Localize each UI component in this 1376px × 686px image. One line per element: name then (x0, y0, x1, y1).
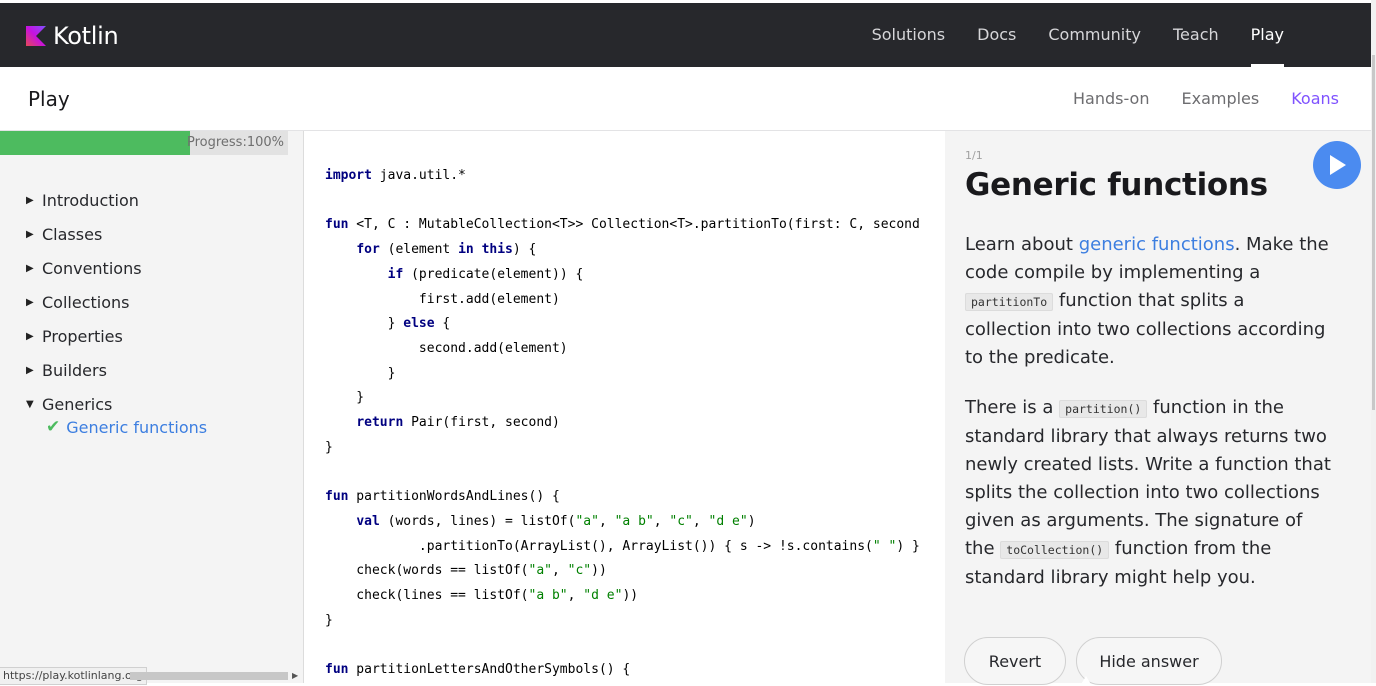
tree-item-collections[interactable]: ▶ Collections (26, 285, 207, 319)
play-icon (1330, 155, 1346, 175)
run-button[interactable] (1313, 141, 1361, 189)
nav-solutions[interactable]: Solutions (872, 3, 946, 67)
caret-right-icon: ▶ (26, 330, 34, 342)
scroll-right-icon[interactable]: ▶ (292, 671, 298, 680)
caret-right-icon: ▶ (26, 296, 34, 308)
progress-label: Progress:100% (186, 135, 284, 150)
nav-docs[interactable]: Docs (977, 3, 1016, 67)
page-scrollbar[interactable] (1371, 0, 1376, 683)
caret-right-icon: ▶ (26, 194, 34, 206)
nav-community[interactable]: Community (1048, 3, 1141, 67)
tree-item-label: Properties (42, 326, 123, 346)
code-editor[interactable]: import java.util.* fun <T, C : MutableCo… (304, 131, 944, 683)
task-title: Generic functions (965, 167, 1268, 203)
text: function in the standard library that al… (965, 397, 1331, 559)
text: There is a (965, 397, 1060, 418)
inline-code: toCollection() (1000, 541, 1110, 559)
kotlin-logo[interactable]: Kotlin (26, 21, 119, 51)
generic-functions-link[interactable]: generic functions (1079, 234, 1235, 255)
nav-teach[interactable]: Teach (1173, 3, 1219, 67)
koans-sidebar: Progress:100% ▶ Introduction ▶ Classes ▶ Co… (0, 131, 304, 685)
tree-item-builders[interactable]: ▶ Builders (26, 353, 207, 387)
tree-item-label: Collections (42, 292, 130, 312)
caret-right-icon: ▶ (26, 262, 34, 274)
caret-right-icon: ▶ (26, 364, 34, 376)
subnav-hands-on[interactable]: Hands-on (1073, 89, 1149, 108)
text: Learn about (965, 234, 1079, 255)
progress-bar: Progress:100% (0, 131, 288, 155)
code-text[interactable]: import java.util.* fun <T, C : MutableCo… (325, 164, 920, 683)
task-paragraph-2: There is a partition() function in the s… (965, 394, 1335, 592)
subnav-koans[interactable]: Koans (1291, 89, 1339, 108)
check-icon: ✔ (46, 417, 61, 437)
sidebar-hscrollbar[interactable] (130, 672, 288, 680)
inline-code: partitionTo (965, 293, 1054, 311)
tree-item-label: Classes (42, 224, 103, 244)
inline-code: partition() (1059, 400, 1148, 418)
page-title: Play (28, 87, 70, 111)
tree-item-properties[interactable]: ▶ Properties (26, 319, 207, 353)
revert-button[interactable]: Revert (964, 637, 1066, 685)
tree-item-generic-functions[interactable]: ✔ Generic functions (26, 415, 207, 439)
sub-header: Play Hands-on Examples Koans (0, 67, 1371, 131)
tree-item-conventions[interactable]: ▶ Conventions (26, 251, 207, 285)
mouse-cursor-icon (1080, 676, 1092, 686)
task-paragraph-1: Learn about generic functions. Make the … (965, 231, 1335, 372)
kotlin-logo-icon (26, 26, 46, 46)
tree-item-label: Introduction (42, 190, 139, 210)
task-counter: 1/1 (965, 149, 983, 162)
page-scrollbar-thumb[interactable] (1372, 55, 1375, 410)
caret-right-icon: ▶ (26, 228, 34, 240)
nav-play[interactable]: Play (1250, 3, 1285, 67)
tree-item-label: Builders (42, 360, 107, 380)
brand-name: Kotlin (53, 22, 119, 50)
progress-fill (0, 131, 190, 155)
tree-item-label: Conventions (42, 258, 142, 278)
task-panel: 1/1 Generic functions Learn about generi… (945, 131, 1371, 685)
tree-item-label: Generic functions (66, 417, 208, 437)
tree-item-classes[interactable]: ▶ Classes (26, 217, 207, 251)
top-navbar: Kotlin Solutions Docs Community Teach Pl… (0, 3, 1371, 67)
status-url: https://play.kotlinlang.org (0, 667, 148, 685)
tree-item-introduction[interactable]: ▶ Introduction (26, 183, 207, 217)
hide-answer-button[interactable]: Hide answer (1076, 637, 1222, 685)
subnav-examples[interactable]: Examples (1181, 89, 1259, 108)
top-nav: Solutions Docs Community Teach Play (840, 3, 1285, 67)
caret-down-icon: ▼ (26, 398, 34, 410)
tree-item-label: Generics (42, 394, 113, 414)
koans-tree: ▶ Introduction ▶ Classes ▶ Conventions ▶ Col… (26, 183, 207, 439)
sub-nav: Hands-on Examples Koans (1041, 67, 1339, 130)
